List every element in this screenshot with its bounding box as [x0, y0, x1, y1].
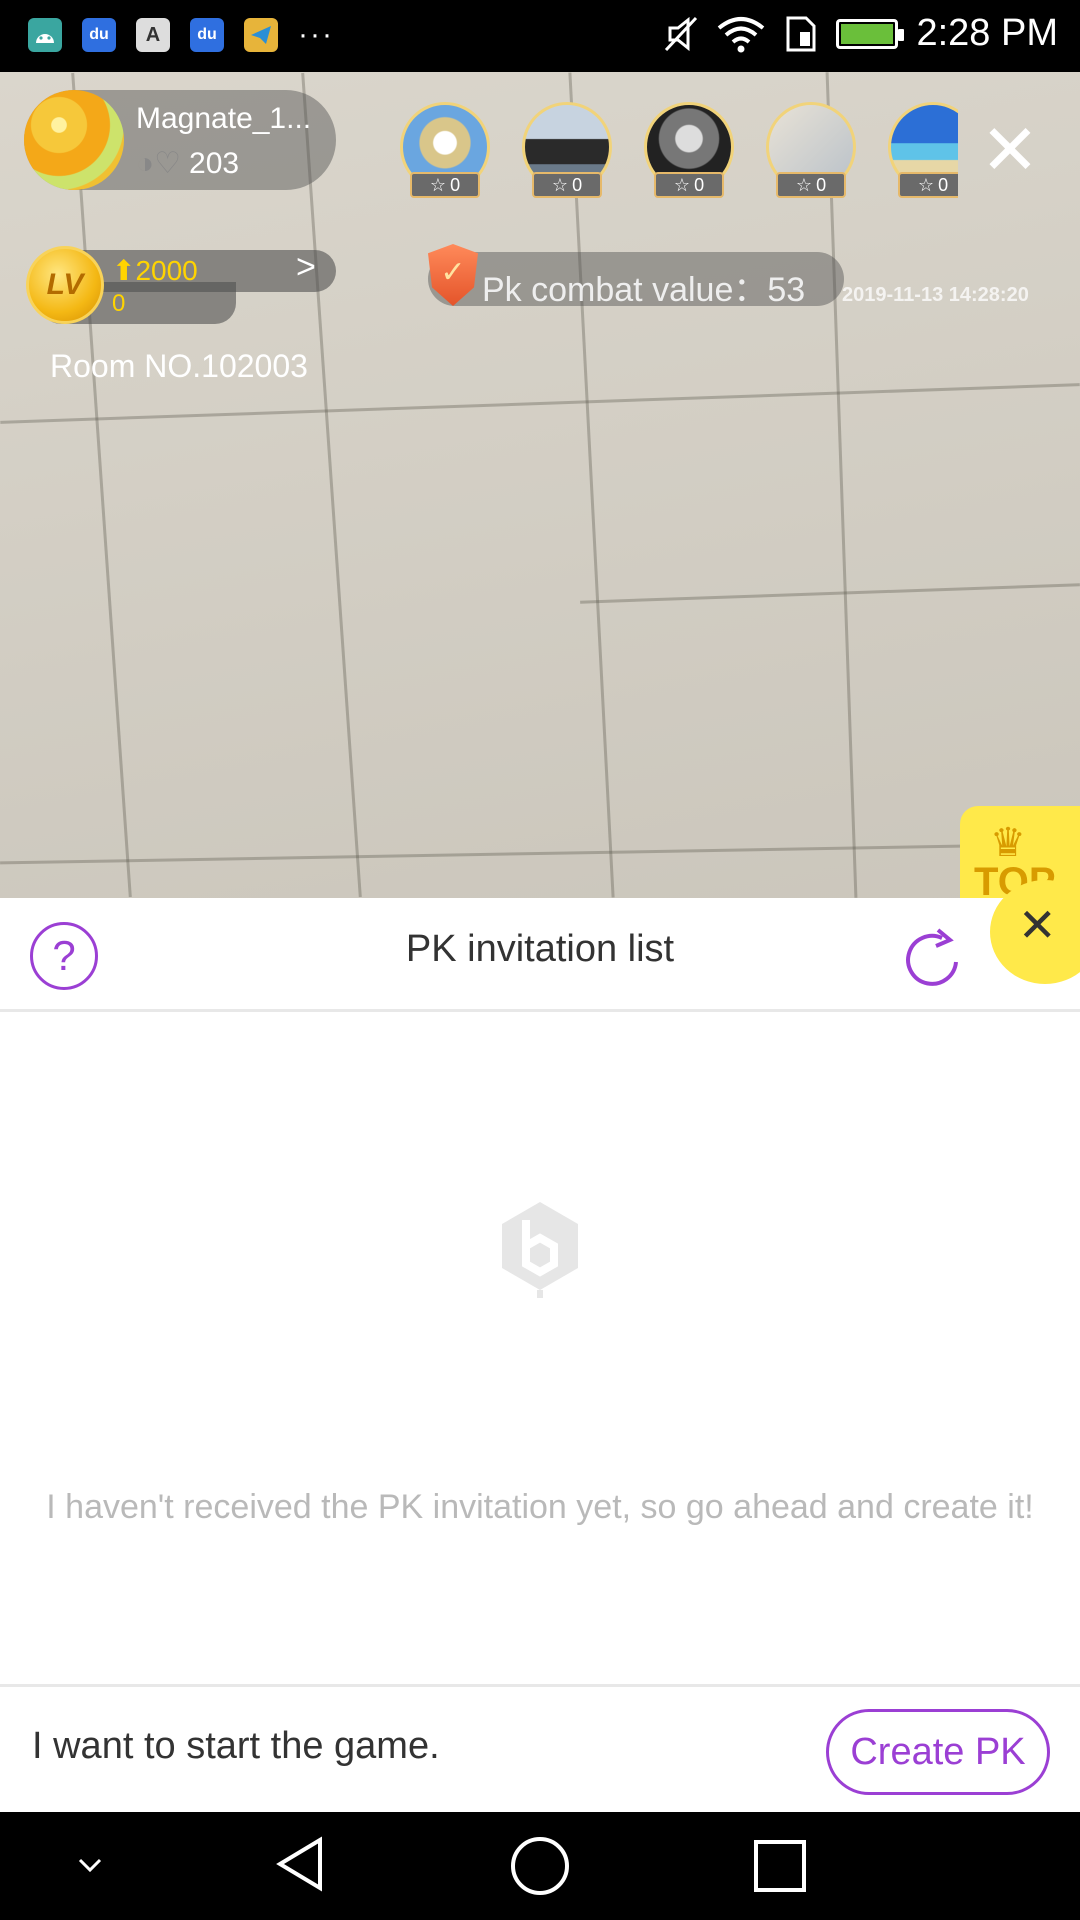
like-count: 203: [189, 146, 240, 180]
arrow-up-icon: ⬆: [112, 255, 136, 286]
home-icon[interactable]: [508, 1834, 572, 1898]
sheet-footer: I want to start the game. Create PK: [0, 1684, 1080, 1812]
mute-icon: [665, 16, 698, 51]
start-game-text: I want to start the game.: [32, 1725, 440, 1767]
level-target: 2000: [135, 255, 198, 286]
room-number: Room NO.102003: [50, 348, 308, 384]
telegram-icon: [244, 18, 278, 52]
status-bar: du A du ··· 2:28 PM: [0, 0, 1080, 72]
floor-tile-line: [71, 72, 132, 898]
viewer-count: 0: [938, 174, 949, 195]
viewer-star-badge: ☆ 0: [532, 172, 602, 198]
viewer-avatar[interactable]: ☆ 0: [522, 102, 612, 198]
timestamp: 2019-11-13 14:28:20: [842, 284, 1029, 306]
back-icon[interactable]: [272, 1834, 328, 1894]
notification-icons: du A du ···: [28, 18, 334, 52]
close-icon: ✕: [1018, 899, 1057, 951]
star-icon: ☆: [429, 174, 447, 195]
level-up-value: ⬆2000: [112, 254, 198, 287]
level-badge: LV: [26, 246, 104, 324]
baidu-icon: du: [190, 18, 224, 52]
more-notifications-icon: ···: [298, 18, 334, 51]
battery-icon: [836, 18, 905, 49]
viewer-count: 0: [572, 174, 583, 195]
viewer-count: 0: [694, 174, 705, 195]
viewer-star-badge: ☆ 0: [776, 172, 846, 198]
heart-icon: ◑♡: [136, 147, 182, 180]
star-icon: ☆: [551, 174, 569, 195]
viewer-count: 0: [816, 174, 827, 195]
star-icon: ☆: [795, 174, 813, 195]
star-icon: ☆: [673, 174, 691, 195]
floor-tile-line: [580, 583, 1080, 604]
host-likes: ◑♡ 203: [136, 146, 239, 181]
viewer-count: 0: [450, 174, 461, 195]
floor-tile-line: [301, 72, 362, 898]
android-icon: [28, 18, 62, 52]
viewer-star-badge: ☆ 0: [898, 172, 958, 198]
empty-state-logo-icon: [502, 1202, 578, 1298]
viewer-star-badge: ☆ 0: [410, 172, 480, 198]
hide-nav-chevron-down-icon[interactable]: [72, 1854, 108, 1878]
live-stream-view[interactable]: Magnate_1... ◑♡ 203 ☆ 0 ☆ 0 ☆ 0 ☆ 0 ☆ 0 ✕: [0, 72, 1080, 898]
viewer-list: ☆ 0 ☆ 0 ☆ 0 ☆ 0 ☆ 0: [400, 102, 958, 198]
close-stream-button[interactable]: ✕: [978, 115, 1042, 185]
viewer-avatar[interactable]: ☆ 0: [400, 102, 490, 198]
viewer-star-badge: ☆ 0: [654, 172, 724, 198]
floor-tile-line: [0, 383, 1080, 424]
sim-card-icon: [786, 16, 816, 51]
host-name: Magnate_1...: [136, 102, 312, 135]
baidu-icon: du: [82, 18, 116, 52]
clock: 2:28 PM: [916, 12, 1058, 54]
floor-tile-line: [0, 842, 1080, 865]
sheet-header: ? PK invitation list ✕: [0, 880, 1080, 1012]
host-info[interactable]: Magnate_1... ◑♡ 203: [24, 90, 336, 190]
level-current: 0: [112, 290, 126, 317]
font-a-icon: A: [136, 18, 170, 52]
wifi-icon: [718, 16, 765, 52]
chevron-right-icon[interactable]: >: [296, 248, 316, 287]
refresh-icon[interactable]: [898, 924, 968, 994]
create-pk-button[interactable]: Create PK: [826, 1709, 1050, 1795]
navigation-bar: [0, 1812, 1080, 1920]
recent-apps-icon[interactable]: [752, 1838, 808, 1894]
system-icons: 2:28 PM: [664, 12, 1058, 55]
host-avatar[interactable]: [24, 90, 124, 190]
star-icon: ☆: [917, 174, 935, 195]
pk-combat-value: Pk combat value：53: [482, 271, 806, 309]
viewer-avatar[interactable]: ☆ 0: [766, 102, 856, 198]
pk-invitation-sheet: ? PK invitation list ✕ I haven't receive…: [0, 880, 1080, 1812]
viewer-avatar[interactable]: ☆ 0: [888, 102, 958, 198]
empty-state-message: I haven't received the PK invitation yet…: [46, 1488, 1034, 1526]
viewer-avatar[interactable]: ☆ 0: [644, 102, 734, 198]
